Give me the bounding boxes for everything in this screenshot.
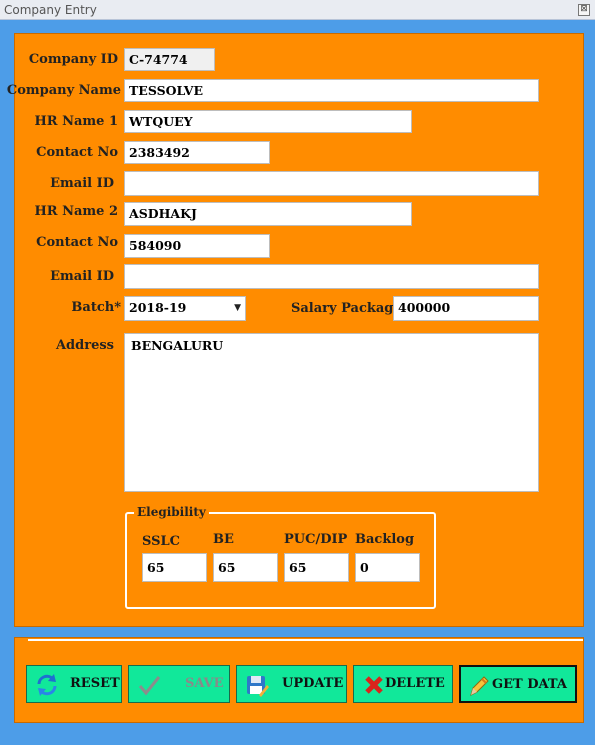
contact-no-2-field[interactable]: 584090 <box>124 234 270 258</box>
batch-label: Batch* <box>71 300 121 315</box>
eligibility-legend: Elegibility <box>134 505 209 519</box>
company-id-label: Company ID <box>28 52 118 67</box>
hr-name-1-field[interactable]: WTQUEY <box>124 110 412 133</box>
email-id-1-field[interactable] <box>124 171 539 196</box>
get-data-button[interactable]: GET DATA <box>459 665 577 703</box>
hr-name-1-label: HR Name 1 <box>34 114 118 129</box>
hr-name-2-label: HR Name 2 <box>34 204 118 219</box>
contact-no-1-label: Contact No <box>36 145 118 160</box>
backlog-field[interactable]: 0 <box>355 553 420 582</box>
delete-x-icon <box>365 676 383 694</box>
puc-dip-label: PUC/DIP <box>284 532 348 547</box>
title-bar: Company Entry ⊠ <box>0 0 595 20</box>
be-label: BE <box>213 532 234 547</box>
address-field[interactable]: BENGALURU <box>124 333 539 492</box>
contact-no-1-field[interactable]: 2383492 <box>124 141 270 164</box>
sslc-field[interactable]: 65 <box>142 553 207 582</box>
company-name-label: Company Name <box>6 83 121 98</box>
save-label: SAVE <box>185 676 224 691</box>
update-label: UPDATE <box>282 676 344 691</box>
contact-no-2-label: Contact No <box>36 235 118 250</box>
reset-label: RESET <box>70 676 120 691</box>
batch-value: 2018-19 <box>129 300 187 315</box>
save-disk-icon <box>247 676 269 697</box>
hr-name-2-field[interactable]: ASDHAKJ <box>124 202 412 226</box>
email-id-2-label: Email ID <box>50 269 114 284</box>
close-icon[interactable]: ⊠ <box>578 4 590 16</box>
email-id-1-label: Email ID <box>50 176 114 191</box>
backlog-label: Backlog <box>355 532 415 547</box>
chevron-down-icon[interactable]: ▼ <box>234 297 241 319</box>
sslc-label: SSLC <box>142 534 180 549</box>
reset-button[interactable]: RESET <box>26 665 122 703</box>
be-field[interactable]: 65 <box>213 553 278 582</box>
window-title: Company Entry <box>4 3 97 17</box>
batch-select[interactable]: 2018-19 ▼ <box>124 296 246 321</box>
delete-button[interactable]: DELETE <box>353 665 453 703</box>
company-name-field[interactable]: TESSOLVE <box>124 79 539 102</box>
delete-label: DELETE <box>385 676 445 691</box>
salary-package-field[interactable]: 400000 <box>393 296 539 321</box>
save-button[interactable]: SAVE <box>128 665 230 703</box>
refresh-icon <box>37 674 57 696</box>
email-id-2-field[interactable] <box>124 264 539 289</box>
checkmark-icon <box>138 676 161 696</box>
company-id-field[interactable]: C-74774 <box>124 48 215 71</box>
get-data-label: GET DATA <box>492 677 567 692</box>
puc-dip-field[interactable]: 65 <box>284 553 349 582</box>
pencil-icon <box>470 676 489 696</box>
salary-package-label: Salary Package <box>291 301 402 316</box>
address-label: Address <box>55 338 114 353</box>
update-button[interactable]: UPDATE <box>236 665 347 703</box>
button-panel-divider <box>28 639 583 641</box>
